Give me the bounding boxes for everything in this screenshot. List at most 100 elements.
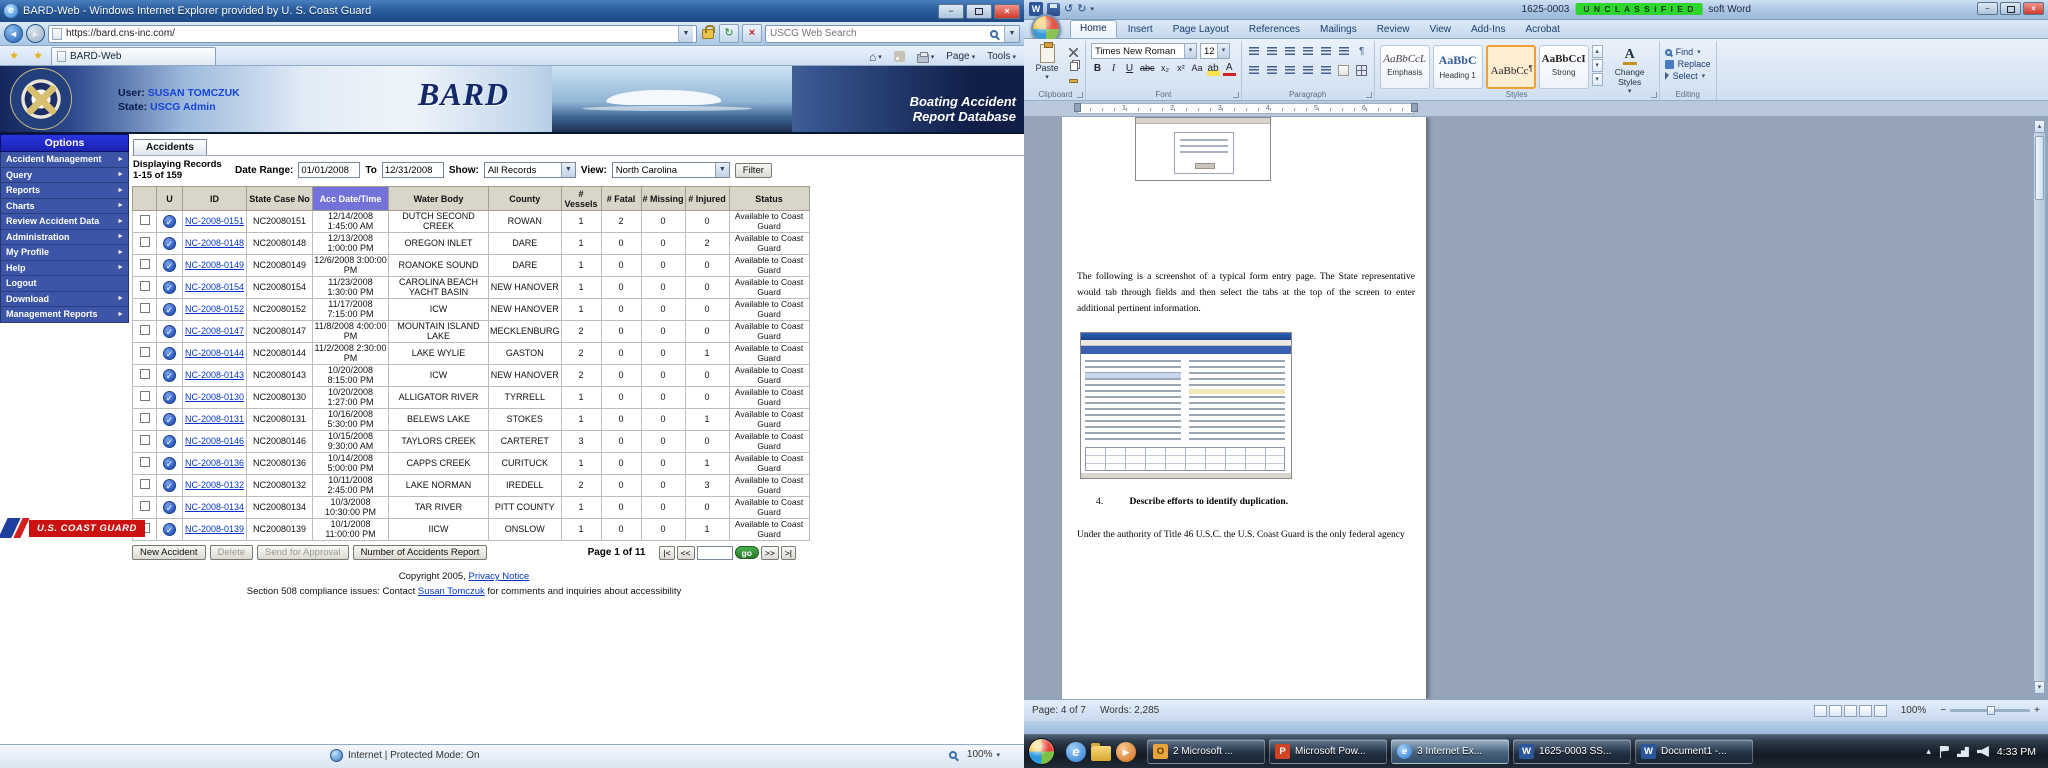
sidebar-item-management-reports[interactable]: Management Reports► xyxy=(0,307,129,323)
styles-dialog-launcher[interactable] xyxy=(1651,92,1657,98)
increase-indent-icon[interactable] xyxy=(1319,45,1333,58)
column-header-checkbox[interactable] xyxy=(133,187,157,211)
scrollbar-thumb[interactable] xyxy=(2035,136,2044,200)
address-bar[interactable]: ▼ xyxy=(48,25,697,43)
row-checkbox[interactable] xyxy=(140,435,150,445)
page-menu[interactable]: Page▾ xyxy=(941,48,980,65)
taskbar-button-1625-0003-ss[interactable]: W1625-0003 SS... xyxy=(1513,739,1631,764)
search-box[interactable]: ▼ xyxy=(765,25,1020,43)
zoom-slider-thumb[interactable] xyxy=(1987,706,1995,715)
outline-view-icon[interactable] xyxy=(1859,705,1872,717)
search-input[interactable] xyxy=(770,28,988,39)
zoom-out-icon[interactable]: − xyxy=(1940,705,1946,716)
previous-page-button[interactable]: << xyxy=(677,546,695,560)
accident-id-link[interactable]: NC-2008-0148 xyxy=(185,238,244,248)
feeds-button[interactable] xyxy=(889,48,910,65)
edit-record-icon[interactable]: ✓ xyxy=(163,413,176,426)
edit-record-icon[interactable]: ✓ xyxy=(163,501,176,514)
column-header-state-case-no[interactable]: State Case No xyxy=(247,187,313,211)
accident-id-link[interactable]: NC-2008-0154 xyxy=(185,282,244,292)
style-chip-normal[interactable]: AaBbCc¶ Normal xyxy=(1486,45,1536,89)
edit-record-icon[interactable]: ✓ xyxy=(163,347,176,360)
taskbar-button-3-internet-ex[interactable]: e3 Internet Ex... xyxy=(1391,739,1509,764)
print-button[interactable]: ▾ xyxy=(912,48,940,65)
network-icon[interactable] xyxy=(1957,746,1969,757)
sidebar-item-review-accident-data[interactable]: Review Accident Data► xyxy=(0,214,129,230)
edit-record-icon[interactable]: ✓ xyxy=(163,523,176,536)
maximize-button[interactable] xyxy=(966,4,992,19)
address-dropdown-icon[interactable]: ▼ xyxy=(678,26,693,42)
redo-icon[interactable]: ↻ xyxy=(1077,3,1086,16)
taskbar-button-microsoft-pow[interactable]: PMicrosoft Pow... xyxy=(1269,739,1387,764)
show-select[interactable]: All Records ▼ xyxy=(484,162,576,178)
sidebar-item-accident-management[interactable]: Accident Management► xyxy=(0,152,129,168)
ribbon-tab-insert[interactable]: Insert xyxy=(1119,22,1162,38)
highlight-button[interactable]: ab xyxy=(1207,62,1220,76)
row-checkbox[interactable] xyxy=(140,237,150,247)
copy-button[interactable] xyxy=(1067,61,1080,72)
numbering-icon[interactable] xyxy=(1265,45,1279,58)
explorer-folder-icon[interactable] xyxy=(1091,746,1111,761)
internet-explorer-icon[interactable]: e xyxy=(1066,742,1086,762)
date-from-input[interactable] xyxy=(298,162,360,178)
sidebar-item-help[interactable]: Help► xyxy=(0,261,129,277)
style-chip-emphasis[interactable]: AaBbCcLEmphasis xyxy=(1380,45,1430,89)
row-checkbox[interactable] xyxy=(140,281,150,291)
tab-accidents[interactable]: Accidents xyxy=(133,139,207,155)
edit-record-icon[interactable]: ✓ xyxy=(163,303,176,316)
number-of-accidents-report-button[interactable]: Number of Accidents Report xyxy=(353,545,488,560)
zoom-control[interactable]: 100% ▾ xyxy=(947,749,1000,760)
last-page-button[interactable]: >| xyxy=(781,546,796,560)
gallery-up-icon[interactable]: ▴ xyxy=(1592,45,1603,58)
edit-record-icon[interactable]: ✓ xyxy=(163,369,176,382)
paragraph-dialog-launcher[interactable] xyxy=(1366,92,1372,98)
paste-button[interactable]: Paste ▾ xyxy=(1031,43,1063,88)
close-button[interactable]: × xyxy=(2023,2,2044,15)
multilevel-list-icon[interactable] xyxy=(1283,45,1297,58)
ribbon-tab-acrobat[interactable]: Acrobat xyxy=(1516,22,1568,38)
column-header-injured[interactable]: # Injured xyxy=(685,187,729,211)
date-to-input[interactable] xyxy=(382,162,444,178)
horizontal-ruler[interactable]: 123456 xyxy=(1024,101,2048,117)
filter-button[interactable]: Filter xyxy=(735,163,772,178)
delete-button[interactable]: Delete xyxy=(210,545,253,560)
edit-record-icon[interactable]: ✓ xyxy=(163,391,176,404)
ribbon-tab-references[interactable]: References xyxy=(1240,22,1309,38)
sidebar-item-charts[interactable]: Charts► xyxy=(0,199,129,215)
action-center-icon[interactable] xyxy=(1939,746,1949,758)
replace-button[interactable]: Replace xyxy=(1665,59,1711,69)
row-checkbox[interactable] xyxy=(140,259,150,269)
view-switcher[interactable] xyxy=(1814,705,1887,717)
back-button[interactable]: ◄ xyxy=(4,24,23,43)
scroll-up-icon[interactable]: ▴ xyxy=(2034,120,2045,133)
scroll-down-icon[interactable]: ▾ xyxy=(2034,681,2045,694)
go-button[interactable]: go xyxy=(735,546,759,559)
sort-icon[interactable] xyxy=(1337,45,1351,58)
select-button[interactable]: Select▾ xyxy=(1665,71,1711,81)
row-checkbox[interactable] xyxy=(140,303,150,313)
word-titlebar[interactable]: W ↺ ↻ ▾ 1625-0003 U N C L A S S I F I E … xyxy=(1024,0,2048,20)
font-color-button[interactable]: A xyxy=(1223,63,1236,76)
line-spacing-icon[interactable] xyxy=(1319,64,1333,77)
qat-dropdown-icon[interactable]: ▾ xyxy=(1090,5,1094,13)
close-button[interactable]: × xyxy=(994,4,1020,19)
view-select[interactable]: North Carolina ▼ xyxy=(612,162,730,178)
align-right-icon[interactable] xyxy=(1283,64,1297,77)
first-page-button[interactable]: |< xyxy=(659,546,674,560)
accident-id-link[interactable]: NC-2008-0130 xyxy=(185,392,244,402)
row-checkbox[interactable] xyxy=(140,391,150,401)
sidebar-item-administration[interactable]: Administration► xyxy=(0,230,129,246)
row-checkbox[interactable] xyxy=(140,369,150,379)
accident-id-link[interactable]: NC-2008-0152 xyxy=(185,304,244,314)
font-name-select[interactable]: Times New Roman ▾ xyxy=(1091,43,1197,59)
taskbar-button-document1[interactable]: WDocument1 -... xyxy=(1635,739,1753,764)
ribbon-tab-view[interactable]: View xyxy=(1421,22,1461,38)
edit-record-icon[interactable]: ✓ xyxy=(163,237,176,250)
ribbon-tab-add-ins[interactable]: Add-Ins xyxy=(1462,22,1514,38)
gallery-down-icon[interactable]: ▾ xyxy=(1592,59,1603,72)
row-checkbox[interactable] xyxy=(140,457,150,467)
edit-record-icon[interactable]: ✓ xyxy=(163,325,176,338)
ribbon-tab-home[interactable]: Home xyxy=(1070,20,1117,38)
taskbar-clock[interactable]: 4:33 PM xyxy=(1997,746,2036,758)
strikethrough-button[interactable]: abc xyxy=(1139,62,1156,76)
